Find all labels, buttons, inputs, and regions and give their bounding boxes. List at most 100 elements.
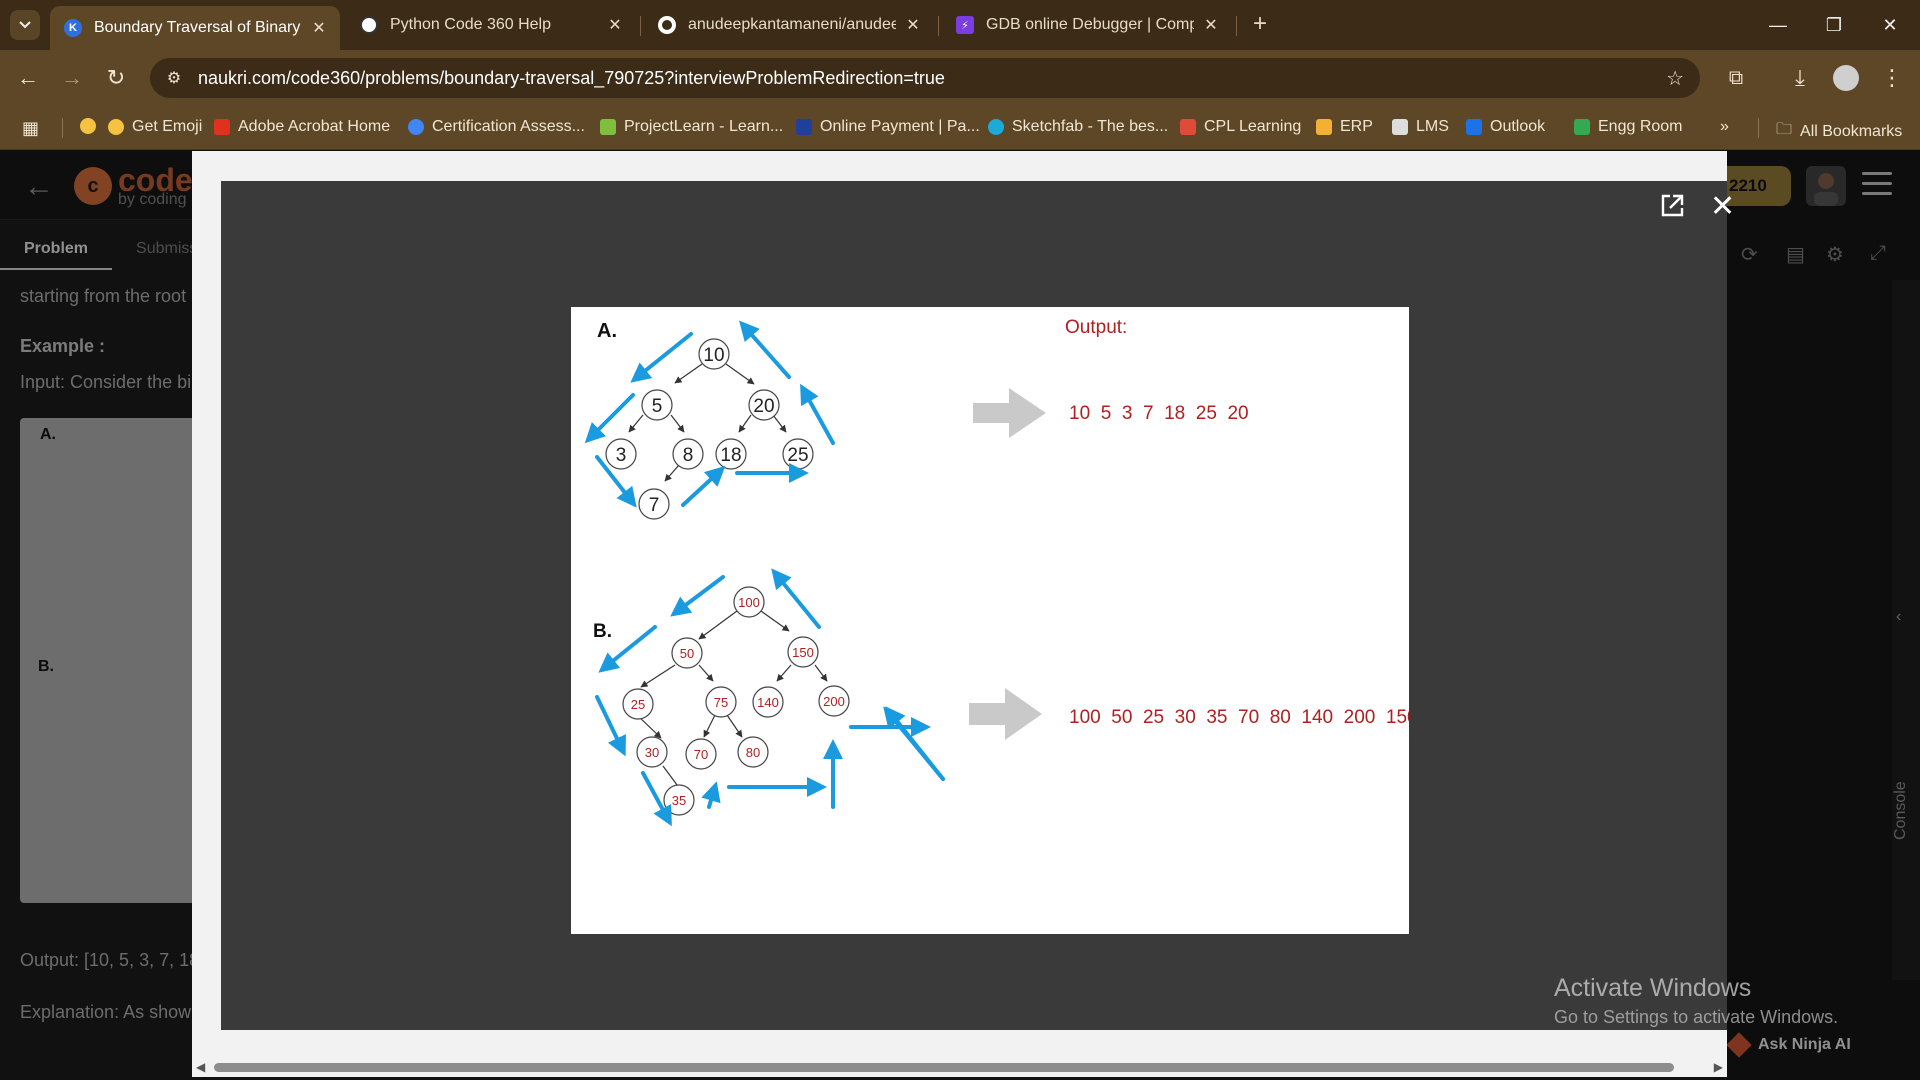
extensions-button[interactable]: ⧉ — [1720, 62, 1752, 94]
download-icon: ⤓ — [1795, 65, 1805, 90]
bookmark-sketchfab[interactable]: Sketchfab - The bes... — [988, 118, 1168, 136]
tab-separator — [1236, 16, 1237, 36]
close-icon[interactable]: ✕ — [904, 15, 922, 35]
gdb-icon: ⚡ — [956, 16, 974, 34]
chatgpt-icon — [360, 16, 378, 34]
tree-node: 50 — [671, 637, 703, 669]
tree-a-nodes: 10 5 20 3 8 18 25 7 — [605, 338, 814, 520]
tree-node: 7 — [638, 488, 670, 520]
bookmark-emoji[interactable] — [80, 118, 104, 134]
tree-node: 8 — [672, 438, 704, 470]
emoji-icon — [80, 118, 96, 134]
site-settings-icon[interactable]: ⚙ — [154, 68, 194, 88]
horizontal-scrollbar[interactable]: ◀ ▶ — [192, 1057, 1727, 1077]
bookmark-projectlearn[interactable]: ProjectLearn - Learn... — [600, 118, 783, 136]
apps-grid-icon: ▦ — [22, 118, 40, 138]
scrollbar-thumb[interactable] — [214, 1063, 1674, 1072]
bookmark-cpl-learning[interactable]: CPL Learning — [1180, 118, 1301, 136]
tree-node: 30 — [636, 736, 668, 768]
browser-menu-button[interactable]: ⋮ — [1876, 62, 1908, 94]
tree-node: 25 — [622, 688, 654, 720]
bookmark-separator — [62, 118, 63, 138]
reload-icon: ↻ — [106, 65, 126, 90]
bookmark-adobe-acrobat[interactable]: Adobe Acrobat Home — [214, 118, 390, 136]
apps-button[interactable]: ▦ — [22, 118, 39, 139]
bookmark-certification[interactable]: Certification Assess... — [408, 118, 585, 136]
profile-button[interactable] — [1830, 62, 1862, 94]
tree-node-label: 30 — [645, 745, 659, 760]
tab-python-code-360-help[interactable]: Python Code 360 Help ✕ — [346, 6, 636, 44]
tree-node-label: 75 — [714, 695, 728, 710]
bookmark-engg-room[interactable]: Engg Room — [1574, 118, 1683, 136]
restore-button[interactable]: ❐ — [1814, 10, 1854, 40]
tab-separator — [938, 16, 939, 36]
close-icon[interactable]: ✕ — [606, 15, 624, 35]
engg-room-icon — [1574, 119, 1590, 135]
windows-activation-watermark: Activate Windows Go to Settings to activ… — [1554, 974, 1838, 1028]
tab-search-button[interactable] — [10, 10, 40, 40]
tab-separator — [640, 16, 641, 36]
bookmark-get-emoji[interactable]: Get Emoji — [108, 118, 202, 136]
folder-icon: 🗀 — [1776, 121, 1793, 138]
tab-strip: K Boundary Traversal of Binary Tre ✕ Pyt… — [0, 0, 1920, 50]
output-b: 100 50 25 30 35 70 80 140 200 150 — [1069, 707, 1409, 728]
watermark-line-2: Go to Settings to activate Windows. — [1554, 1007, 1839, 1027]
bookmark-online-payment[interactable]: Online Payment | Pa... — [796, 118, 980, 136]
tab-gdb-online-debugger[interactable]: ⚡ GDB online Debugger | Compil ✕ — [942, 6, 1232, 44]
minimize-button[interactable]: — — [1758, 10, 1798, 40]
tree-node-label: 80 — [746, 745, 760, 760]
tree-node-label: 7 — [649, 495, 660, 516]
scroll-right-icon[interactable]: ▶ — [1714, 1060, 1723, 1074]
tree-node-label: 25 — [787, 445, 808, 466]
bookmark-outlook[interactable]: Outlook — [1466, 118, 1545, 136]
tree-node-label: 150 — [792, 645, 814, 660]
tree-node-label: 25 — [631, 697, 645, 712]
tab-github[interactable]: anudeepkantamaneni/anudeep ✕ — [644, 6, 934, 44]
bookmark-star-icon[interactable]: ☆ — [1666, 66, 1684, 91]
tree-node: 25 — [782, 438, 814, 470]
tree-node: 100 — [733, 586, 765, 618]
output-title: Output: — [1065, 317, 1127, 338]
open-external-button[interactable] — [1658, 192, 1688, 222]
payment-icon — [796, 119, 812, 135]
close-icon[interactable]: ✕ — [310, 18, 328, 38]
close-window-button[interactable]: ✕ — [1870, 10, 1910, 40]
tree-node-label: 100 — [738, 595, 760, 610]
chevron-down-icon — [19, 21, 31, 29]
close-viewer-button[interactable]: ✕ — [1710, 192, 1735, 222]
bookmark-erp[interactable]: ERP — [1316, 118, 1373, 136]
close-icon[interactable]: ✕ — [1202, 15, 1220, 35]
tree-node: 75 — [705, 686, 737, 718]
tree-a-edges — [628, 363, 787, 482]
tree-node-label: 50 — [680, 646, 694, 661]
open-external-icon — [1661, 194, 1684, 217]
bookmark-lms[interactable]: LMS — [1392, 118, 1449, 136]
puzzle-icon: ⧉ — [1728, 66, 1744, 89]
arrow-left-icon: ← — [17, 65, 39, 90]
all-bookmarks-button[interactable]: 🗀 All Bookmarks — [1776, 118, 1902, 145]
tree-node: 20 — [748, 389, 780, 421]
tree-node: 10 — [698, 338, 730, 370]
output-pointer-arrow-b — [969, 688, 1042, 740]
tab-boundary-traversal[interactable]: K Boundary Traversal of Binary Tre ✕ — [50, 6, 340, 50]
tree-node: 35 — [663, 784, 695, 816]
address-bar[interactable]: ⚙ naukri.com/code360/problems/boundary-t… — [150, 58, 1700, 98]
back-button[interactable]: ← — [12, 62, 44, 94]
github-icon — [658, 16, 676, 34]
tree-node-label: 140 — [757, 695, 779, 710]
navigation-bar: ← → ↻ ⚙ naukri.com/code360/problems/boun… — [0, 50, 1920, 106]
tree-node: 140 — [752, 686, 784, 718]
tree-node-label: 35 — [672, 793, 686, 808]
scroll-left-icon[interactable]: ◀ — [196, 1060, 205, 1074]
new-tab-button[interactable]: + — [1247, 12, 1273, 38]
forward-button[interactable]: → — [56, 62, 88, 94]
diagram-svg: A. B. Output: 10 5 3 7 18 25 20 100 50 2… — [584, 317, 1418, 827]
boundary-traversal-diagram: A. B. Output: 10 5 3 7 18 25 20 100 50 2… — [571, 307, 1418, 934]
bookmarks-overflow-button[interactable]: » — [1720, 118, 1729, 136]
close-icon: ✕ — [1710, 190, 1736, 223]
reload-button[interactable]: ↻ — [100, 62, 132, 94]
output-a: 10 5 3 7 18 25 20 — [1069, 403, 1249, 424]
downloads-button[interactable]: ⤓ — [1784, 62, 1816, 94]
erp-icon — [1316, 119, 1332, 135]
tree-node-label: 18 — [720, 445, 741, 466]
